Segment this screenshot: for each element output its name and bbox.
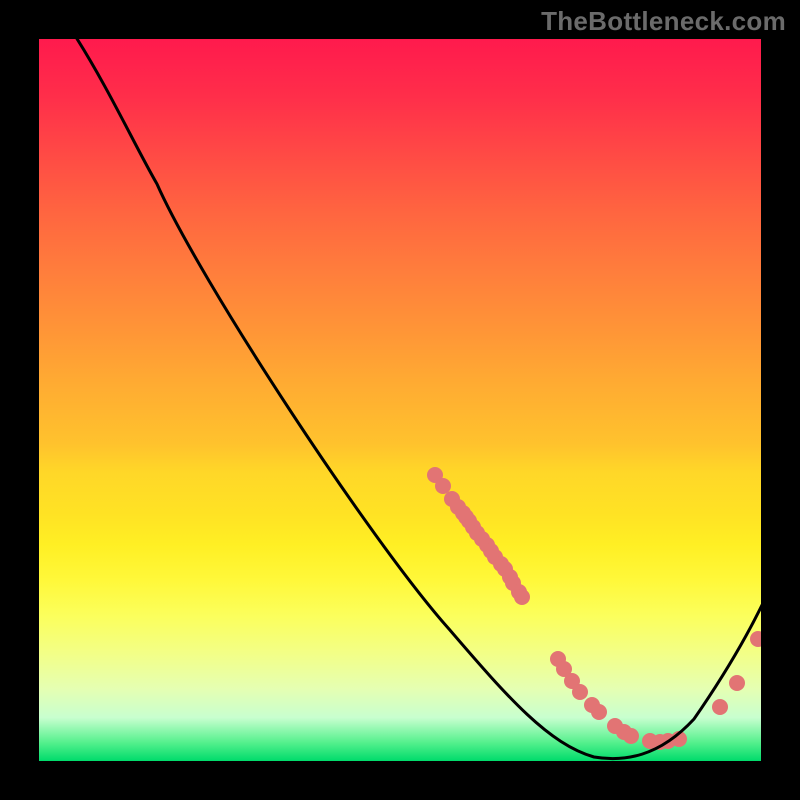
data-point-dot <box>435 478 451 494</box>
data-point-dot <box>623 728 639 744</box>
data-point-dot <box>572 684 588 700</box>
data-point-dot <box>514 589 530 605</box>
chart-plot-area <box>39 39 761 761</box>
chart-dots-group <box>427 467 761 750</box>
chart-svg <box>39 39 761 761</box>
bottleneck-curve <box>74 39 761 759</box>
data-point-dot-small <box>732 678 742 688</box>
watermark-text: TheBottleneck.com <box>541 6 786 37</box>
data-point-dot <box>455 505 471 521</box>
data-point-dot <box>591 704 607 720</box>
data-point-dot-small <box>715 702 725 712</box>
